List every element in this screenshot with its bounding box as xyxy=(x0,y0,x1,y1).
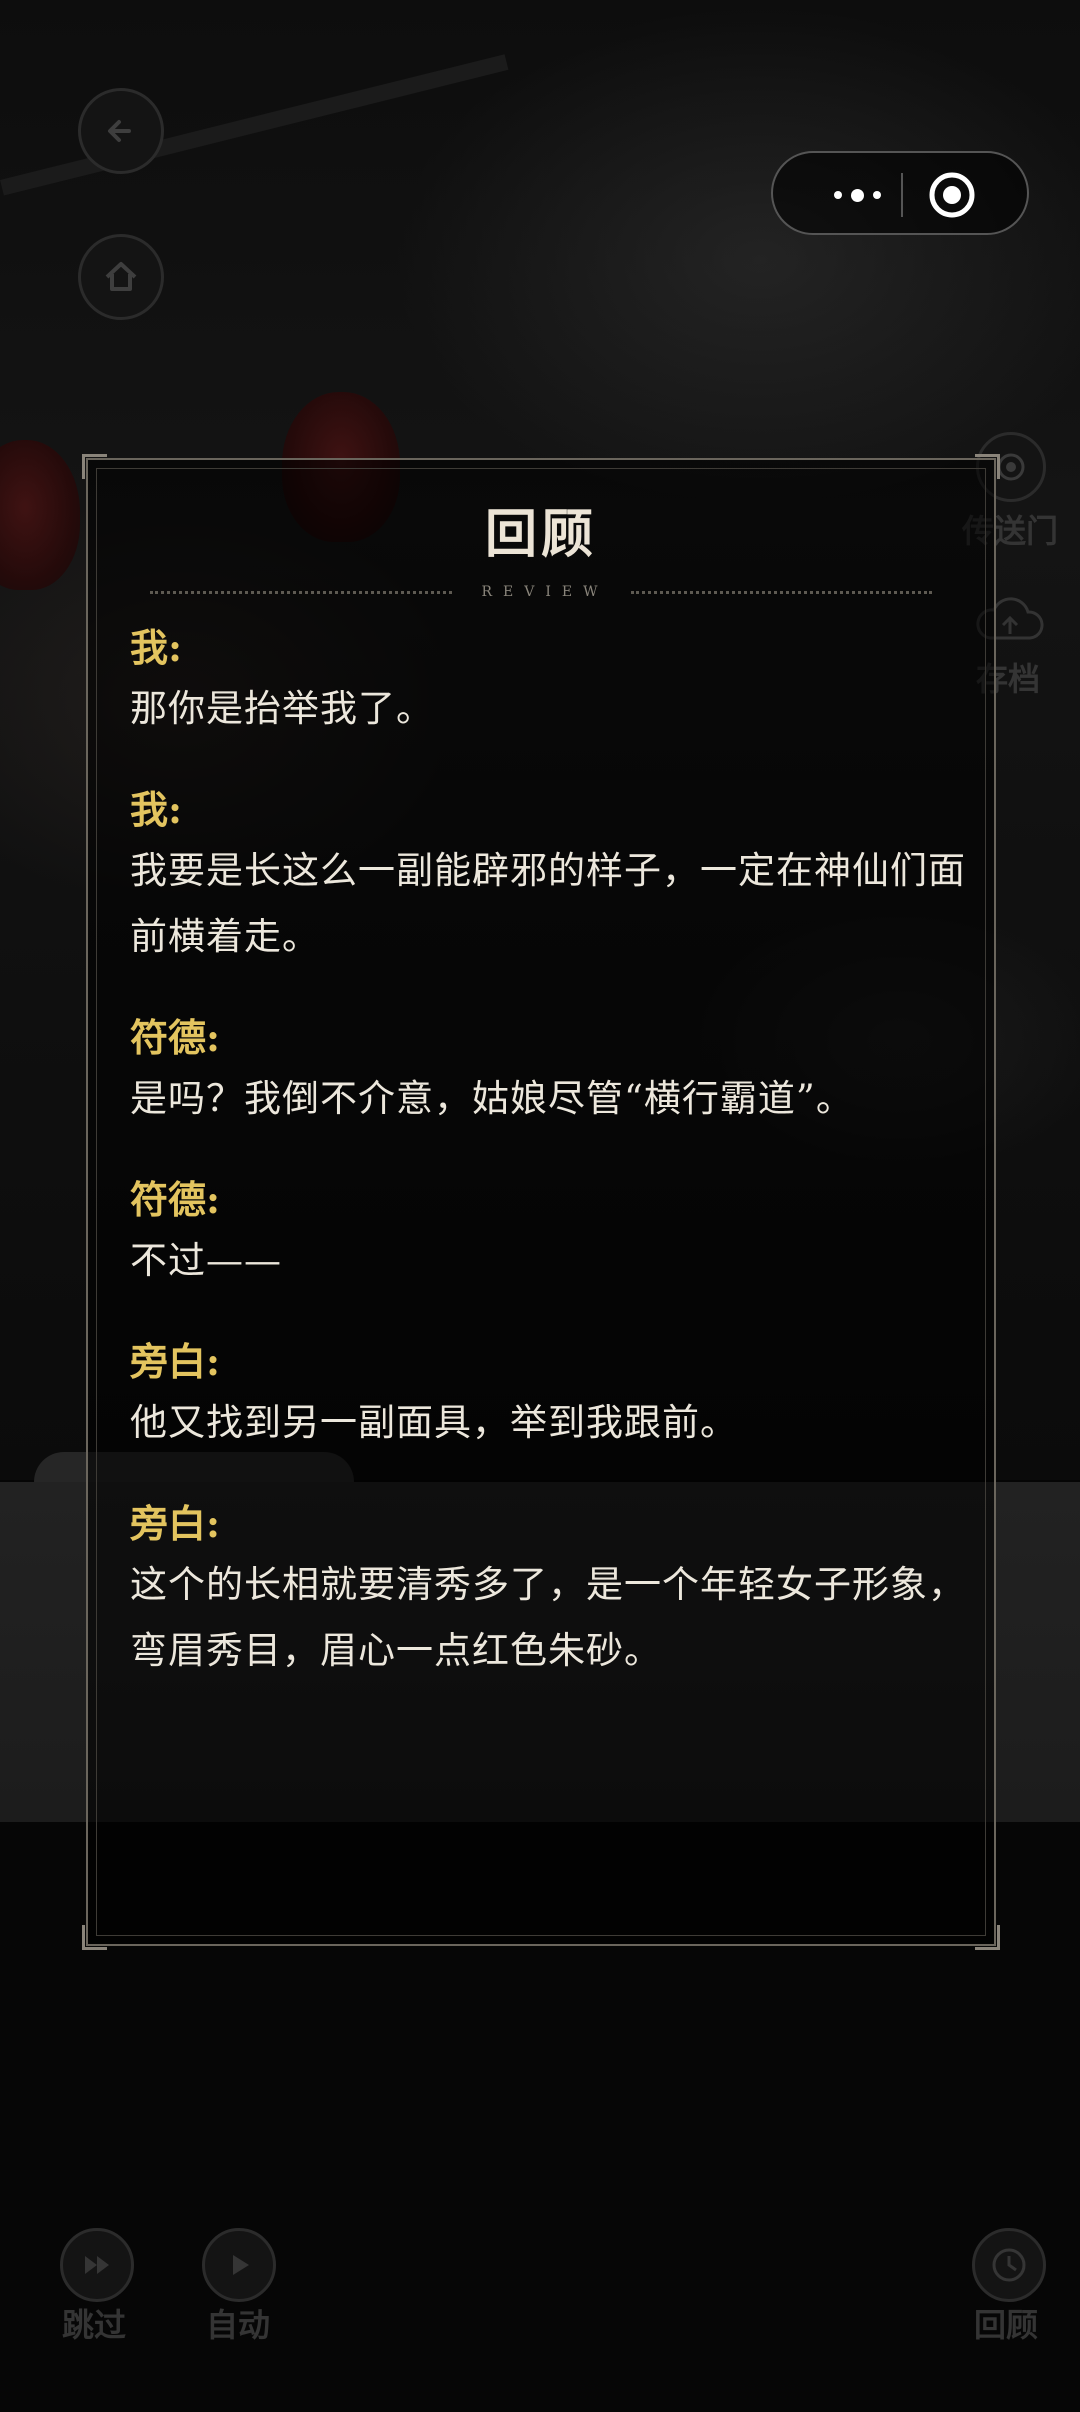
entry-speaker: 我: xyxy=(130,625,183,670)
review-title: 回顾 xyxy=(484,504,597,565)
entry-text: 不过—— xyxy=(130,1239,282,1282)
review-entry: 我: 那你是抬举我了。 xyxy=(130,620,970,742)
dotted-divider xyxy=(150,590,452,594)
panel-corner-ornament xyxy=(975,454,1000,479)
review-subtitle-row: REVIEW xyxy=(150,582,933,602)
review-subtitle: REVIEW xyxy=(481,584,609,600)
entry-speaker: 符德: xyxy=(130,1177,221,1222)
miniprogram-capsule xyxy=(771,151,1029,235)
close-miniprogram-button[interactable] xyxy=(927,170,977,220)
review-entry-list[interactable]: 我: 那你是抬举我了。 我: 我要是长这么一副能辟邪的样子，一定在神仙们面前横着… xyxy=(130,620,970,1724)
auto-label: 自动 xyxy=(206,2306,271,2344)
target-close-icon xyxy=(929,172,975,218)
back-button[interactable] xyxy=(78,88,164,174)
more-dots-icon xyxy=(833,188,881,202)
panel-corner-ornament xyxy=(975,1925,1000,1950)
dotted-divider xyxy=(630,590,933,594)
entry-speaker: 我: xyxy=(130,787,183,832)
review-entry: 旁白: 他又找到另一副面具，举到我跟前。 xyxy=(130,1334,970,1456)
entry-speaker: 旁白: xyxy=(130,1501,221,1546)
review-entry: 我: 我要是长这么一副能辟邪的样子，一定在神仙们面前横着走。 xyxy=(130,782,970,970)
auto-button[interactable] xyxy=(202,2228,276,2302)
entry-speaker: 符德: xyxy=(130,1015,221,1060)
skip-label: 跳过 xyxy=(62,2306,127,2344)
entry-text: 这个的长相就要清秀多了，是一个年轻女子形象，弯眉秀目，眉心一点红色朱砂。 xyxy=(130,1563,966,1672)
review-button[interactable] xyxy=(972,2228,1046,2302)
entry-text: 是吗？我倒不介意，姑娘尽管“横行霸道”。 xyxy=(130,1077,854,1120)
capsule-divider xyxy=(901,173,903,217)
review-header: 回顾 xyxy=(88,500,994,570)
home-button[interactable] xyxy=(78,234,164,320)
entry-speaker: 旁白: xyxy=(130,1339,221,1384)
review-entry: 符德: 是吗？我倒不介意，姑娘尽管“横行霸道”。 xyxy=(130,1010,970,1132)
home-icon xyxy=(105,262,137,291)
skip-button[interactable] xyxy=(60,2228,134,2302)
more-button[interactable] xyxy=(809,179,905,211)
panel-corner-ornament xyxy=(82,1925,107,1950)
review-panel: 回顾 REVIEW 我: 那你是抬举我了。 我: 我要是长这么一副能辟邪的样子，… xyxy=(82,454,1000,1950)
review-label: 回顾 xyxy=(974,2306,1039,2344)
review-entry: 旁白: 这个的长相就要清秀多了，是一个年轻女子形象，弯眉秀目，眉心一点红色朱砂。 xyxy=(130,1496,970,1684)
entry-text: 他又找到另一副面具，举到我跟前。 xyxy=(130,1401,738,1444)
clock-icon xyxy=(992,2248,1026,2282)
entry-text: 那你是抬举我了。 xyxy=(130,687,434,730)
review-entry: 符德: 不过—— xyxy=(130,1172,970,1294)
back-arrow-icon xyxy=(108,120,131,142)
fast-forward-icon xyxy=(85,2256,109,2274)
review-title-wrap: 回顾 xyxy=(457,500,597,570)
entry-text: 我要是长这么一副能辟邪的样子，一定在神仙们面前横着走。 xyxy=(130,849,966,958)
play-icon xyxy=(233,2255,249,2275)
panel-corner-ornament xyxy=(82,454,107,479)
